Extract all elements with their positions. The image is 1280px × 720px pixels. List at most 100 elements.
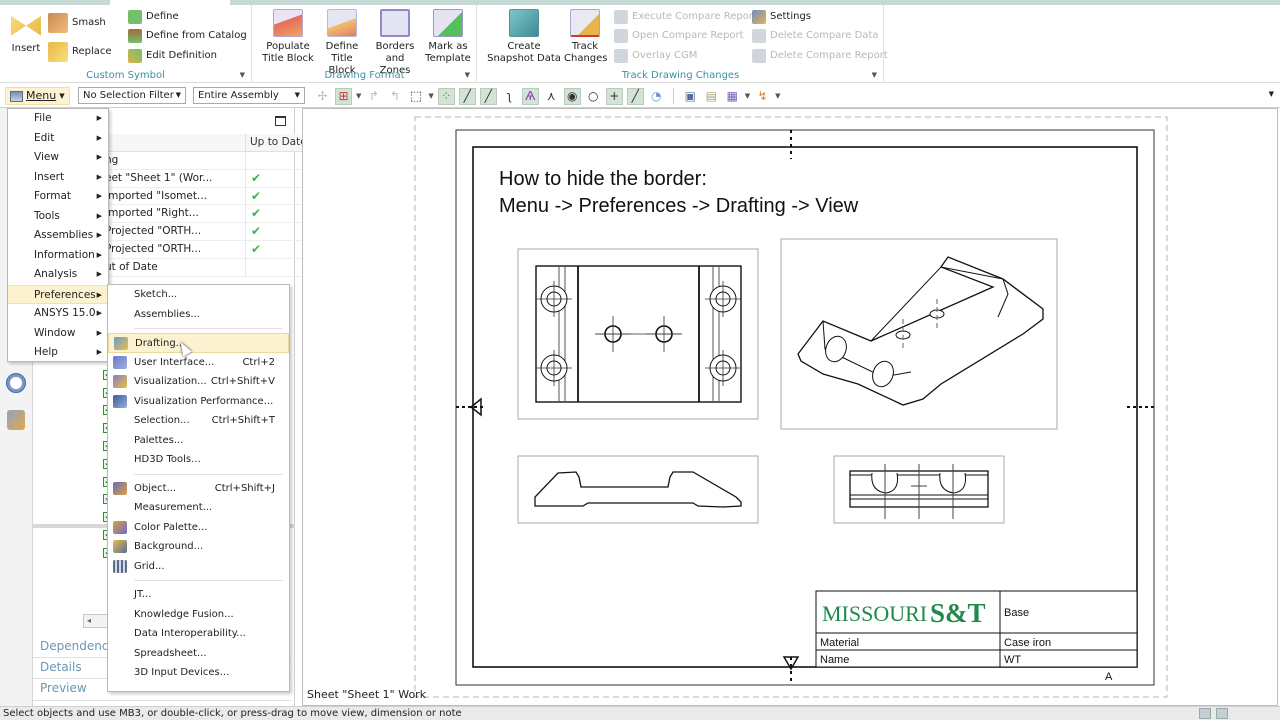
menu-item-grid[interactable]: Grid... [108, 557, 289, 577]
graphics-window[interactable]: How to hide the border: Menu -> Preferen… [302, 108, 1278, 706]
chevron-down-icon[interactable]: ▼ [745, 92, 750, 100]
populate-title-block-button[interactable]: Populate Title Block [261, 9, 315, 65]
layout-icon[interactable]: ▦ [724, 88, 741, 105]
menu-item-drafting[interactable]: Drafting... [108, 333, 289, 353]
table-row[interactable]: Imported "Right... ✔ [105, 205, 325, 224]
create-snapshot-data-button[interactable]: Create Snapshot Data [486, 9, 562, 65]
menu-item-data-interoperability[interactable]: Data Interoperability... [108, 624, 289, 644]
status-icon-1[interactable] [1199, 708, 1211, 719]
select-face-icon[interactable]: ↰ [386, 88, 403, 105]
menu-item-window[interactable]: Window ▶ [8, 324, 108, 344]
details-panel[interactable]: Details [40, 660, 82, 674]
column-header[interactable]: Up to Date [105, 134, 325, 152]
maximize-icon[interactable] [275, 116, 286, 126]
define-title-block-button[interactable]: Define Title Block [317, 9, 367, 77]
execute-compare-report-button[interactable]: Execute Compare Report [614, 9, 757, 25]
bounded-grid-icon[interactable]: ◔ [648, 88, 665, 105]
chevron-down-icon[interactable]: ▼ [428, 92, 433, 100]
insert-button[interactable]: Insert [8, 9, 44, 55]
drawing-sheet[interactable]: How to hide the border: Menu -> Preferen… [303, 109, 1279, 707]
menu-item-knowledge-fusion[interactable]: Knowledge Fusion... [108, 605, 289, 625]
chevron-down-icon[interactable]: ▼ [775, 92, 780, 100]
rectangle-select-icon[interactable]: ⬚ [407, 88, 424, 105]
menu-item-assemblies[interactable]: Assemblies ▶ [8, 226, 108, 246]
note-line-2[interactable]: Menu -> Preferences -> Drafting -> View [499, 195, 859, 217]
menu-item-sketch[interactable]: Sketch... [108, 285, 289, 305]
intersection-point-icon[interactable]: Ѧ [521, 87, 539, 105]
menu-item-3d-input-devices[interactable]: 3D Input Devices... [108, 663, 289, 683]
menu-item-analysis[interactable]: Analysis ▶ [8, 265, 108, 285]
menu-button[interactable]: Menu ▼ [5, 87, 70, 105]
menu-item-preferences[interactable]: Preferences ▶ [8, 284, 108, 304]
menu-item-insert[interactable]: Insert ▶ [8, 168, 108, 188]
replace-button[interactable]: Replace [48, 42, 112, 62]
history-icon[interactable] [6, 373, 26, 393]
mid-point-icon[interactable]: ╱ [479, 87, 497, 105]
point-on-curve-icon[interactable]: + [605, 87, 623, 105]
menu-item-information[interactable]: Information ▶ [8, 246, 108, 266]
smash-button[interactable]: Smash [48, 13, 106, 33]
borders-and-zones-button[interactable]: Borders and Zones [369, 9, 421, 77]
edit-definition-button[interactable]: Edit Definition [128, 48, 217, 64]
overlay-cgm-button[interactable]: Overlay CGM [614, 48, 697, 64]
menu-item-visualization[interactable]: Visualization... Ctrl+Shift+V [108, 372, 289, 392]
table-row[interactable]: Projected "ORTH... ✔ [105, 240, 325, 259]
table-row[interactable]: ng [105, 152, 325, 170]
status-icon-2[interactable] [1216, 708, 1228, 719]
quadrant-point-icon[interactable]: ◉ [563, 87, 581, 105]
table-row[interactable]: Projected "ORTH... ✔ [105, 223, 325, 241]
menu-item-hd3d-tools[interactable]: HD3D Tools... [108, 450, 289, 470]
menu-item-view[interactable]: View ▶ [8, 148, 108, 168]
menu-item-measurement[interactable]: Measurement... [108, 498, 289, 518]
menu-item-jt[interactable]: JT... [108, 585, 289, 605]
group-expand-icon[interactable]: ▼ [465, 71, 470, 79]
menu-item-color-palette[interactable]: Color Palette... [108, 518, 289, 538]
menu-item-ansys-15-0[interactable]: ANSYS 15.0 ▶ [8, 304, 108, 324]
snap-point-icon[interactable]: ⁘ [437, 87, 455, 105]
menu-item-palettes[interactable]: Palettes... [108, 431, 289, 451]
control-point-icon[interactable]: ʅ [501, 88, 518, 105]
table-row[interactable]: Imported "Isomet... ✔ [105, 187, 325, 206]
end-point-icon[interactable]: ╱ [458, 87, 476, 105]
menu-item-assemblies[interactable]: Assemblies... [108, 305, 289, 325]
sheet-tab[interactable]: Sheet "Sheet 1" Work [307, 688, 426, 701]
fit-view-icon[interactable]: ▣ [682, 88, 699, 105]
menu-item-file[interactable]: File ▶ [8, 109, 108, 129]
selection-filter-dropdown[interactable]: No Selection Filter ▼ [78, 87, 186, 104]
menu-item-edit[interactable]: Edit ▶ [8, 129, 108, 149]
open-compare-report-button[interactable]: Open Compare Report [614, 28, 744, 44]
menu-item-user-interface[interactable]: User Interface... Ctrl+2 [108, 353, 289, 373]
dependencies-panel[interactable]: Dependenci [40, 639, 112, 653]
group-expand-icon[interactable]: ▼ [240, 71, 245, 79]
note-line-1[interactable]: How to hide the border: [499, 168, 707, 190]
settings-button[interactable]: Settings [752, 9, 811, 25]
menu-item-selection[interactable]: Selection... Ctrl+Shift+T [108, 411, 289, 431]
preview-panel[interactable]: Preview [40, 681, 87, 695]
menu-item-format[interactable]: Format ▶ [8, 187, 108, 207]
arc-center-icon[interactable]: ⋏ [543, 88, 560, 105]
roles-icon[interactable] [7, 410, 25, 430]
toolbar-options-icon[interactable]: ▼ [1269, 90, 1274, 98]
define-from-catalog-button[interactable]: Define from Catalog [128, 28, 247, 44]
title-block[interactable]: MISSOURI S&T Base Material Case iron Nam… [815, 590, 1138, 668]
mark-as-template-button[interactable]: Mark as Template [423, 9, 473, 65]
existing-point-icon[interactable]: ○ [585, 88, 602, 105]
group-expand-icon[interactable]: ▼ [872, 71, 877, 79]
chevron-down-icon[interactable]: ▼ [356, 92, 361, 100]
menu-item-help[interactable]: Help ▶ [8, 343, 108, 363]
table-row[interactable]: eet "Sheet 1" (Wor... ✔ [105, 169, 325, 188]
select-feature-icon[interactable]: ⊞ [335, 87, 352, 105]
menu-item-object[interactable]: Object... Ctrl+Shift+J [108, 479, 289, 499]
menu-item-visualization-performance[interactable]: Visualization Performance... [108, 392, 289, 412]
display-sheet-icon[interactable]: ▤ [703, 88, 720, 105]
track-changes-button[interactable]: Track Changes [564, 9, 608, 65]
menu-item-background[interactable]: Background... [108, 537, 289, 557]
menu-item-tools[interactable]: Tools ▶ [8, 207, 108, 227]
orient-view-icon[interactable]: ↯ [754, 88, 771, 105]
scope-dropdown[interactable]: Entire Assembly ▼ [193, 87, 305, 104]
table-row[interactable]: ut of Date [105, 258, 325, 277]
delete-compare-report-button[interactable]: Delete Compare Report [752, 48, 888, 64]
menu-item-spreadsheet[interactable]: Spreadsheet... [108, 644, 289, 664]
define-button[interactable]: Define [128, 9, 179, 25]
delete-compare-data-button[interactable]: Delete Compare Data [752, 28, 878, 44]
